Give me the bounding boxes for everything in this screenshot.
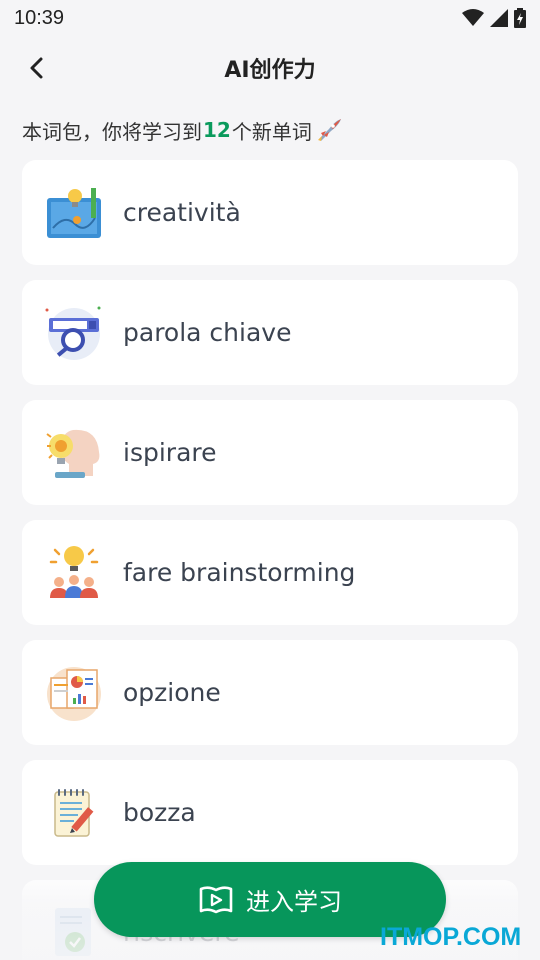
word-text: opzione <box>123 678 221 707</box>
word-card[interactable]: parola chiave <box>22 280 518 385</box>
app-bar: AI创作力 <box>0 40 540 96</box>
word-text: creatività <box>123 198 241 227</box>
word-card[interactable]: creatività <box>22 160 518 265</box>
team-lightbulb-icon <box>44 543 104 603</box>
intro-text: 本词包，你将学习到 12 个新单词 <box>22 112 343 148</box>
word-text: parola chiave <box>123 318 292 347</box>
page-title: AI创作力 <box>224 58 316 83</box>
status-icons <box>462 8 526 28</box>
word-card[interactable]: bozza <box>22 760 518 865</box>
word-card[interactable]: opzione <box>22 640 518 745</box>
back-button[interactable] <box>18 48 54 88</box>
battery-icon <box>514 8 526 28</box>
word-card[interactable]: fare brainstorming <box>22 520 518 625</box>
word-count: 12 <box>203 118 231 142</box>
status-bar: 10:39 <box>0 0 540 36</box>
intro-prefix: 本词包，你将学习到 <box>22 119 202 144</box>
book-play-icon <box>199 885 233 913</box>
notepad-pencil-icon <box>44 783 104 843</box>
start-learning-label: 进入学习 <box>246 888 342 916</box>
intro-suffix: 个新单词 <box>231 119 312 144</box>
watermark-logo: ITMOP.COM <box>380 922 522 951</box>
signal-icon <box>490 9 508 27</box>
word-text: bozza <box>123 798 196 827</box>
search-keyword-icon <box>44 303 104 363</box>
word-list: creatività parola chiave ispirare fare b… <box>22 160 518 960</box>
chevron-left-icon <box>30 57 43 79</box>
word-text: ispirare <box>123 438 217 467</box>
blueprint-idea-icon <box>44 183 104 243</box>
head-lightbulb-icon <box>44 423 104 483</box>
rocket-icon <box>315 117 343 143</box>
options-chart-icon <box>44 663 104 723</box>
wifi-icon <box>462 9 484 26</box>
word-card[interactable]: ispirare <box>22 400 518 505</box>
status-time: 10:39 <box>14 6 65 29</box>
word-text: fare brainstorming <box>123 558 356 587</box>
